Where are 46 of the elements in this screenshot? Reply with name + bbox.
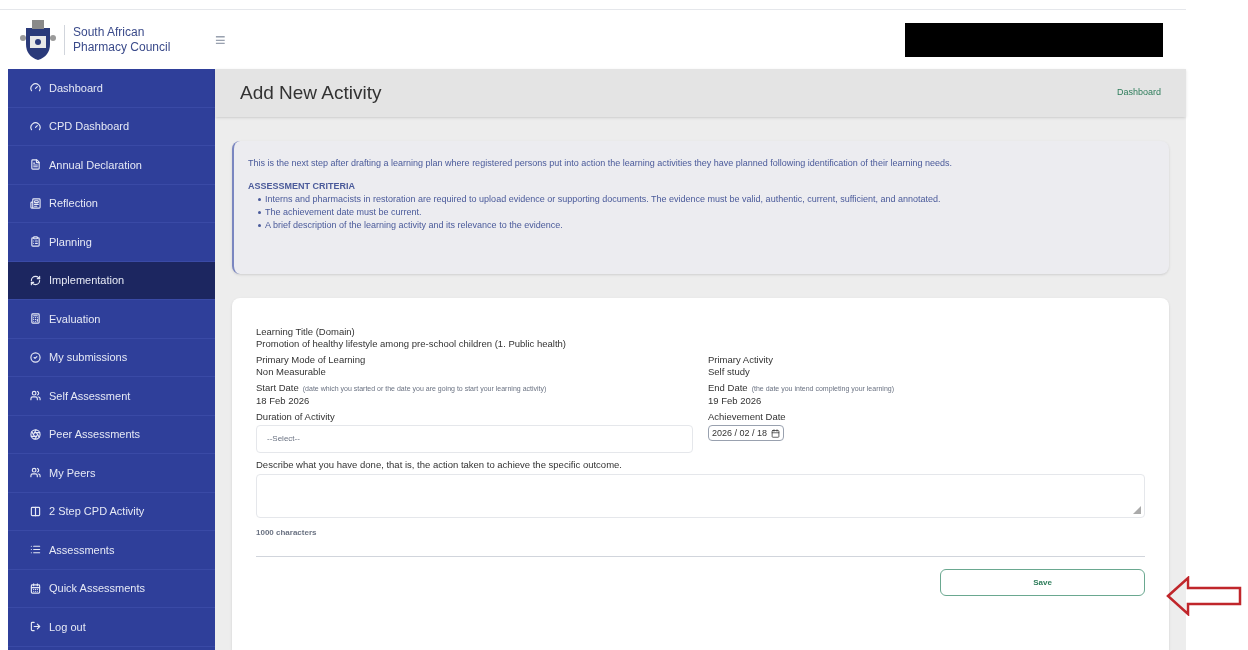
criteria-item: Interns and pharmacists in restoration are required to upload evidence or supporting documents. The evidence must be valid, authentic, current, sufficient, and annotated.	[265, 193, 941, 206]
logout-icon	[30, 621, 41, 633]
field-value: Non Measurable	[256, 366, 327, 378]
field-label: Duration of Activity	[256, 411, 336, 423]
breadcrumb-link[interactable]: Dashboard	[1116, 86, 1161, 100]
field-label: Describe what you have done, that is, the action taken to achieve the specific outcome.	[256, 459, 623, 471]
intro-text: This is the next step after drafting a learning plan where registered persons put into action the learning activities they have planned following identification of their learning needs.	[248, 157, 953, 170]
gauge-icon	[30, 82, 41, 94]
clipboard-icon	[30, 236, 41, 248]
criteria-item: The achievement date must be current.	[265, 206, 422, 219]
field-value: 18 Feb 2026	[256, 395, 311, 407]
field-label: Achievement Date	[708, 411, 787, 423]
description-textarea[interactable]	[256, 474, 1145, 518]
aperture-icon	[30, 428, 41, 440]
refresh-icon	[30, 274, 41, 286]
gauge-icon	[30, 120, 41, 132]
field-label: End Date	[708, 382, 748, 394]
brand-name: South African	[73, 24, 146, 40]
save-button[interactable]: Save	[940, 569, 1145, 596]
calculator-icon	[30, 313, 41, 325]
list-icon	[30, 544, 41, 556]
field-label: Start Date	[256, 382, 299, 394]
users-icon	[30, 390, 41, 402]
resize-handle-icon	[1133, 506, 1141, 514]
criteria-heading: ASSESSMENT CRITERIA	[248, 180, 356, 193]
field-label: Primary Activity	[708, 354, 774, 366]
field-label: Primary Mode of Learning	[256, 354, 367, 366]
calendar-icon	[30, 582, 41, 594]
sidebar-item[interactable]: Implementation	[8, 261, 215, 300]
users-icon	[30, 467, 41, 479]
field-value: Self study	[708, 366, 751, 378]
page-title: Add New Activity	[240, 80, 382, 105]
date-input[interactable]: 2026 / 02 / 18	[708, 425, 785, 441]
brand-name: Pharmacy Council	[73, 39, 171, 55]
field-label: Learning Title (Domain)	[256, 326, 356, 338]
duration-select[interactable]: --Select--	[256, 425, 693, 453]
field-value: Promotion of healthy lifestyle among pre-school children (1. Public health)	[256, 338, 567, 350]
criteria-item: A brief description of the learning activity and its relevance to the evidence.	[265, 219, 563, 232]
columns-icon	[30, 505, 41, 517]
crest-logo	[20, 17, 56, 62]
document-icon	[30, 159, 41, 171]
newspaper-icon	[30, 197, 41, 209]
field-value: 19 Feb 2026	[708, 395, 763, 407]
character-count: 1000 characters	[256, 527, 318, 539]
calendar-icon	[771, 428, 781, 438]
check-circle-icon	[30, 351, 41, 363]
